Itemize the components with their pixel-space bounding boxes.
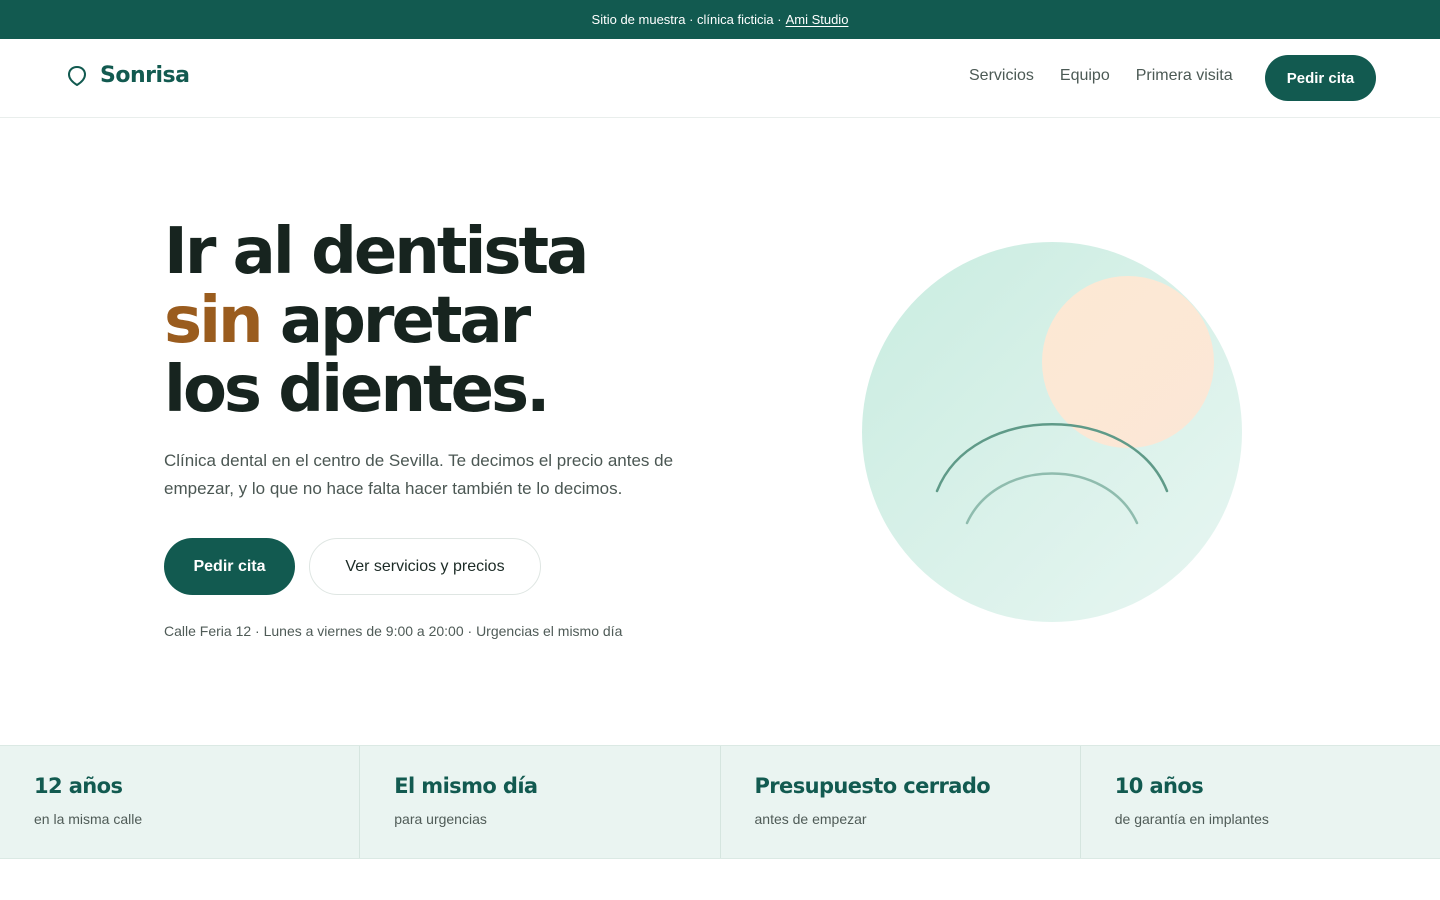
nav-equipo[interactable]: Equipo (1060, 67, 1110, 85)
stat-title: 10 años (1114, 774, 1204, 798)
announcement-link[interactable]: Ami Studio (786, 12, 849, 27)
tooth-icon (66, 64, 88, 88)
clinic-info: Calle Feria 12 · Lunes a viernes de 9:00… (164, 623, 623, 639)
stat-years: 12 años en la misma calle (0, 746, 361, 858)
stat-title: Presupuesto cerrado (754, 774, 991, 798)
smile-illustration (862, 242, 1242, 622)
brand-logo[interactable]: Sonrisa (66, 63, 190, 88)
stat-presupuesto: Presupuesto cerrado antes de empezar (721, 746, 1081, 858)
stat-subtitle: de garantía en implantes (1114, 811, 1269, 827)
services-prices-button[interactable]: Ver servicios y precios (309, 538, 541, 595)
site-header: Sonrisa Servicios Equipo Primera visita … (0, 39, 1440, 118)
peach-circle (1042, 276, 1214, 448)
stat-urgencias: El mismo día para urgencias (360, 746, 721, 858)
hero-description: Clínica dental en el centro de Sevilla. … (164, 451, 674, 498)
stat-garantia: 10 años de garantía en implantes (1081, 746, 1440, 858)
header-book-button[interactable]: Pedir cita (1265, 55, 1376, 101)
announcement-bar: Sitio de muestra · clínica ficticia · Am… (0, 0, 1440, 39)
hero-title-line1: Ir al dentista (164, 215, 589, 289)
stats-bar: 12 años en la misma calle El mismo día p… (0, 745, 1440, 859)
announcement-text: Sitio de muestra · clínica ficticia · (591, 12, 782, 27)
stat-subtitle: para urgencias (394, 811, 487, 827)
nav-primera-visita[interactable]: Primera visita (1136, 67, 1233, 85)
stat-title: 12 años (34, 774, 123, 798)
hero-title-accent: sin (164, 284, 264, 358)
hero-title: Ir al dentista sin apretar los dientes. (164, 215, 589, 427)
hero-title-line3: los dientes. (164, 353, 550, 427)
stat-subtitle: antes de empezar (754, 811, 867, 827)
stat-subtitle: en la misma calle (34, 811, 143, 827)
hero-title-line2: apretar (279, 284, 531, 358)
stat-title: El mismo día (394, 774, 538, 798)
main-nav: Servicios Equipo Primera visita (969, 67, 1233, 85)
brand-name: Sonrisa (100, 63, 190, 88)
nav-servicios[interactable]: Servicios (969, 67, 1034, 85)
book-appointment-button[interactable]: Pedir cita (164, 538, 295, 595)
